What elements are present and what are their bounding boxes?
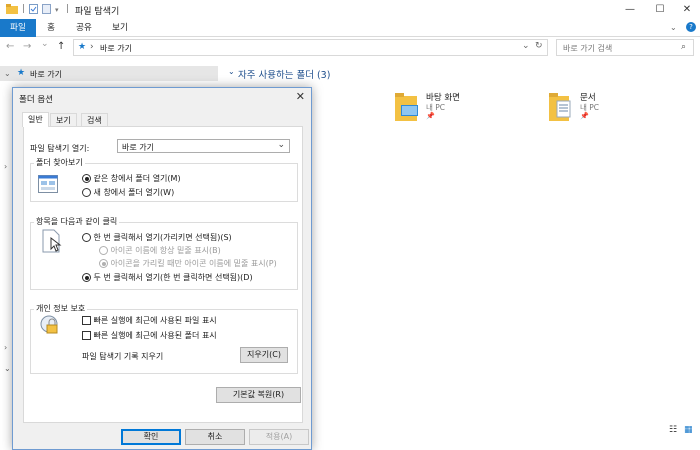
- properties-icon[interactable]: [29, 4, 38, 17]
- radio-underline-hover[interactable]: 아이콘을 가리킬 때만 아이콘 이름에 밑줄 표시(P): [99, 258, 277, 269]
- dialog-title: 폴더 옵션: [19, 95, 53, 105]
- privacy-icon: [40, 315, 58, 334]
- tab-search[interactable]: 검색: [81, 113, 108, 127]
- tab-view[interactable]: 보기: [107, 19, 133, 37]
- open-explorer-label: 파일 탐색기 열기:: [30, 144, 90, 153]
- radio-button[interactable]: [82, 174, 91, 183]
- search-icon[interactable]: ⌕: [681, 42, 686, 52]
- checkbox-recent-files[interactable]: 빠른 실행에 최근에 사용된 파일 표시: [82, 315, 217, 326]
- chevron-right-icon[interactable]: ›: [4, 162, 7, 171]
- clear-history-label: 파일 탐색기 기록 지우기: [82, 352, 164, 361]
- radio-button[interactable]: [82, 188, 91, 197]
- chevron-down-icon: ⌄: [277, 140, 285, 150]
- folder-options-dialog: 폴더 옵션 ✕ 일반 보기 검색 파일 탐색기 열기: 바로 가기 ⌄ 폴더 찾…: [12, 87, 312, 450]
- radio-underline-always[interactable]: 아이콘 이름에 항상 밑줄 표시(B): [99, 245, 221, 256]
- dialog-close-button[interactable]: ✕: [296, 90, 305, 103]
- title-bar: | ▾ | 파일 탐색기 — ☐ ✕: [0, 0, 700, 19]
- refresh-icon[interactable]: ↻: [535, 41, 543, 51]
- tab-share[interactable]: 공유: [71, 19, 97, 37]
- chevron-down-icon[interactable]: ⌄: [4, 69, 11, 78]
- cancel-button[interactable]: 취소: [185, 429, 245, 445]
- pointer-document-icon: [42, 229, 62, 253]
- search-input[interactable]: 바로 가기 검색: [563, 43, 612, 54]
- recent-locations-button[interactable]: ⌄: [41, 39, 49, 49]
- back-button[interactable]: ←: [6, 41, 14, 52]
- ribbon-tabs: 파일 홈 공유 보기 ⌄ ?: [0, 19, 700, 37]
- expand-ribbon-icon[interactable]: ⌄: [670, 23, 677, 32]
- search-box[interactable]: 바로 가기 검색 ⌕: [556, 39, 694, 56]
- app-icon: [6, 4, 18, 17]
- tab-file[interactable]: 파일: [0, 19, 36, 37]
- radio-single-click[interactable]: 한 번 클릭해서 열기(가리키면 선택됨)(S): [82, 232, 232, 243]
- address-path[interactable]: 바로 가기: [100, 43, 132, 54]
- radio-button[interactable]: [82, 233, 91, 242]
- large-icons-view-icon[interactable]: ▦: [684, 425, 693, 435]
- separator-icon: |: [22, 4, 26, 14]
- option-label: 아이콘을 가리킬 때만 아이콘 이름에 밑줄 표시(P): [110, 259, 277, 268]
- option-label: 빠른 실행에 최근에 사용된 파일 표시: [93, 316, 217, 325]
- maximize-button[interactable]: ☐: [645, 2, 675, 17]
- option-label: 한 번 클릭해서 열기(가리키면 선택됨)(S): [93, 233, 232, 242]
- general-tab-panel: 파일 탐색기 열기: 바로 가기 ⌄ 폴더 찾아보기 같은 창에서 폴더 열기(…: [23, 126, 303, 423]
- chevron-down-icon[interactable]: ⌄: [228, 67, 235, 76]
- option-label: 아이콘 이름에 항상 밑줄 표시(B): [110, 246, 221, 255]
- chevron-right-icon[interactable]: ›: [4, 343, 7, 352]
- tab-view[interactable]: 보기: [50, 113, 77, 127]
- checkbox-recent-folders[interactable]: 빠른 실행에 최근에 사용된 폴더 표시: [82, 330, 217, 341]
- window-browse-icon: [38, 175, 58, 193]
- help-icon[interactable]: ?: [686, 22, 696, 32]
- folder-tile-documents[interactable]: 문서 내 PC 📌: [549, 89, 669, 125]
- option-label: 같은 창에서 폴더 열기(M): [93, 174, 181, 183]
- radio-button[interactable]: [99, 259, 108, 268]
- separator-icon: |: [66, 4, 70, 14]
- checkbox[interactable]: [82, 316, 91, 325]
- section-header[interactable]: 자주 사용하는 폴더 (3): [238, 67, 330, 81]
- forward-button[interactable]: →: [23, 41, 31, 52]
- address-bar[interactable]: ★ › 바로 가기 ⌄ ↻: [73, 39, 548, 56]
- ok-button[interactable]: 확인: [121, 429, 181, 445]
- close-button[interactable]: ✕: [672, 2, 700, 17]
- pin-icon[interactable]: 📌: [426, 112, 435, 120]
- radio-double-click[interactable]: 두 번 클릭해서 열기(한 번 클릭하면 선택됨)(D): [82, 272, 253, 283]
- checkbox[interactable]: [82, 331, 91, 340]
- folder-tile-desktop[interactable]: 바탕 화면 내 PC 📌: [395, 89, 515, 125]
- star-icon: ★: [78, 42, 87, 52]
- option-label: 새 창에서 폴더 열기(W): [93, 188, 175, 197]
- sidebar-item-label: 바로 가기: [30, 70, 62, 79]
- option-label: 두 번 클릭해서 열기(한 번 클릭하면 선택됨)(D): [93, 273, 253, 282]
- path-separator: ›: [90, 42, 94, 52]
- chevron-down-icon[interactable]: ⌄: [522, 41, 530, 51]
- sidebar-item-quick-access[interactable]: ⌄ ★ 바로 가기: [0, 66, 218, 81]
- star-icon: ★: [17, 68, 26, 78]
- restore-defaults-button[interactable]: 기본값 복원(R): [216, 387, 301, 403]
- pin-icon[interactable]: 📌: [580, 112, 589, 120]
- open-explorer-select[interactable]: 바로 가기 ⌄: [117, 139, 290, 153]
- radio-same-window[interactable]: 같은 창에서 폴더 열기(M): [82, 173, 181, 184]
- option-label: 빠른 실행에 최근에 사용된 폴더 표시: [93, 331, 217, 340]
- documents-folder-icon: [549, 93, 571, 121]
- up-button[interactable]: ↑: [57, 41, 65, 52]
- radio-button[interactable]: [82, 273, 91, 282]
- tab-home[interactable]: 홈: [40, 19, 62, 37]
- apply-button[interactable]: 적용(A): [249, 429, 309, 445]
- address-row: ← → ⌄ ↑ ★ › 바로 가기 ⌄ ↻ 바로 가기 검색 ⌕: [0, 37, 700, 59]
- chevron-down-icon[interactable]: ⌄: [4, 364, 11, 373]
- clear-button[interactable]: 지우기(C): [240, 347, 288, 363]
- minimize-button[interactable]: —: [615, 2, 645, 17]
- radio-new-window[interactable]: 새 창에서 폴더 열기(W): [82, 187, 174, 198]
- window-title: 파일 탐색기: [75, 7, 120, 17]
- desktop-folder-icon: [395, 93, 418, 121]
- details-view-icon[interactable]: ☷: [669, 425, 677, 435]
- tab-general[interactable]: 일반: [22, 112, 49, 127]
- group-label: 항목을 다음과 같이 클릭: [34, 216, 120, 227]
- new-folder-icon[interactable]: [42, 4, 52, 17]
- customize-quick-access-icon[interactable]: ▾: [55, 6, 59, 14]
- group-label: 폴더 찾아보기: [34, 157, 85, 168]
- radio-button[interactable]: [99, 246, 108, 255]
- open-explorer-value: 바로 가기: [122, 143, 154, 152]
